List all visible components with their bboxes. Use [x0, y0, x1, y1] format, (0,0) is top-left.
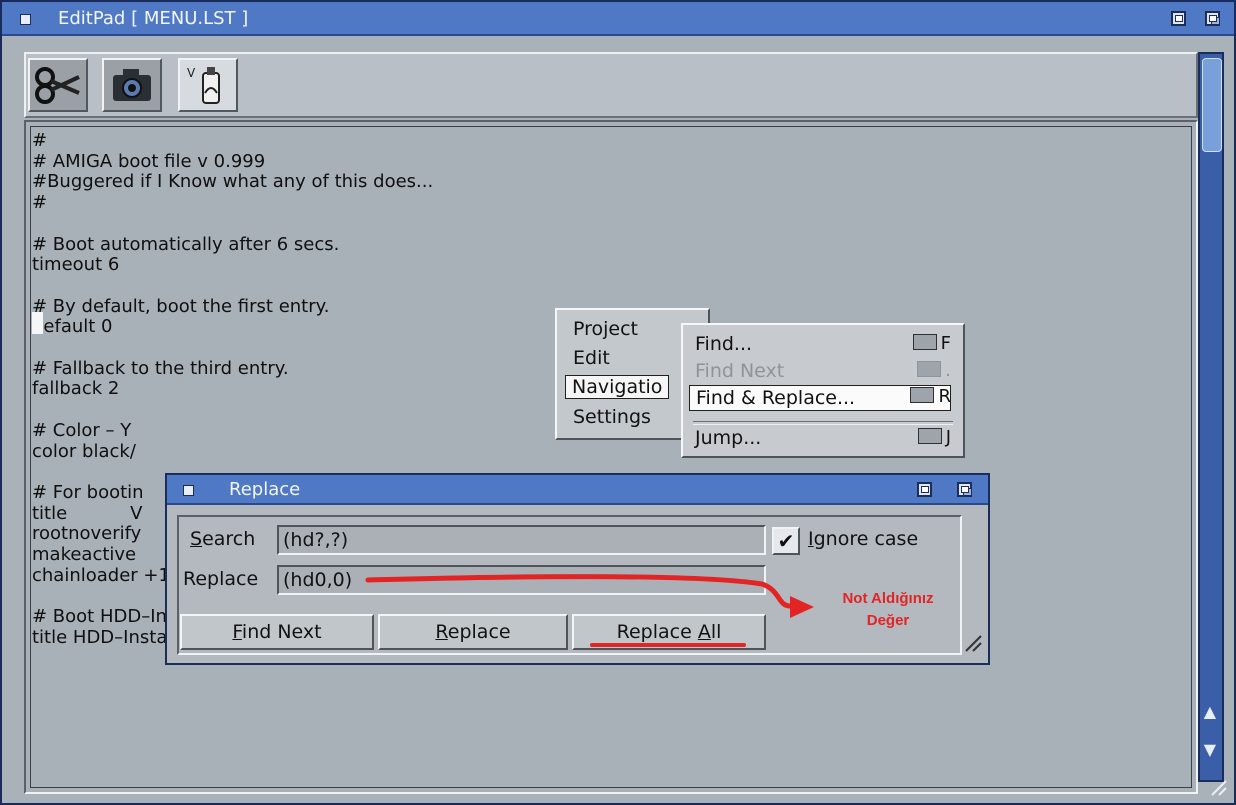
replace-all-button[interactable]: Replace All: [572, 614, 766, 650]
editor-line: # AMIGA boot file v 0.999: [32, 151, 266, 172]
editor-line: title V: [32, 503, 143, 524]
ignore-case-label-rest: gnore case: [813, 528, 919, 550]
menu-item-jump-label: Jump...: [695, 427, 762, 449]
toolbar: V: [24, 52, 1198, 118]
menu-item-find-replace-label: Find & Replace...: [696, 387, 856, 409]
replace-all-accesskey: A: [697, 621, 711, 643]
replace-label: Replace: [183, 568, 259, 590]
amiga-key-icon: [912, 334, 937, 350]
replace-all-label-prefix: Replace: [616, 621, 698, 643]
annotation-line-2: Değer: [866, 612, 910, 629]
shortcut-find: F: [912, 333, 951, 354]
menu-item-find-next[interactable]: Find Next: [695, 360, 784, 382]
find-next-accesskey: F: [232, 621, 242, 643]
dialog-zoom-gadget-icon[interactable]: [917, 482, 932, 497]
dialog-resize-handle-icon[interactable]: [963, 633, 983, 653]
replace-button[interactable]: Replace: [378, 614, 568, 650]
menu-item-find-next-label: Find Next: [695, 360, 785, 382]
menu-item-find-label: Find...: [695, 333, 753, 355]
menu-project[interactable]: Project: [573, 318, 638, 340]
search-label: Search: [190, 528, 255, 550]
menu-settings[interactable]: Settings: [573, 406, 651, 428]
close-gadget-icon[interactable]: [20, 14, 31, 25]
search-input[interactable]: (hd?,?): [277, 525, 766, 555]
editor-line: # Boot automatically after 6 secs.: [32, 234, 340, 255]
amiga-key-icon: [917, 428, 942, 444]
resize-handle-icon[interactable]: [1210, 779, 1228, 797]
dialog-close-gadget-icon[interactable]: [183, 485, 194, 496]
find-next-label: ind Next: [241, 621, 322, 643]
editor-line: timeout 6: [32, 254, 120, 275]
svg-text:V: V: [187, 66, 196, 80]
editor-line: makeactive: [32, 544, 137, 565]
amiga-key-icon: [910, 387, 935, 403]
editor-line: default 0: [32, 316, 113, 337]
dialog-depth-gadget-icon[interactable]: [957, 482, 972, 497]
editor-line: # Fallback to the third entry.: [32, 358, 289, 379]
shortcut-find-next-key: .: [945, 360, 951, 381]
shortcut-find-replace-key: R: [938, 386, 951, 407]
dialog-titlebar[interactable]: Replace: [167, 475, 988, 505]
navigation-submenu: Find... F Find Next . Find & Replace... …: [681, 323, 965, 458]
window-titlebar[interactable]: EditPad [ MENU.LST ]: [2, 2, 1234, 36]
menu-separator: [693, 421, 953, 425]
editor-line: fallback 2: [32, 378, 120, 399]
text-editor[interactable]: [24, 120, 1198, 794]
editor-line: # For bootin: [32, 482, 144, 503]
editor-line: #: [32, 130, 48, 151]
ignore-case-label: Ignore case: [808, 528, 918, 550]
menu-edit[interactable]: Edit: [573, 347, 610, 369]
find-next-button[interactable]: Find Next: [180, 614, 374, 650]
menu-item-jump[interactable]: Jump...: [695, 427, 761, 449]
shortcut-find-next: .: [917, 360, 951, 381]
editor-line: color black/: [32, 441, 136, 462]
scrollbar-knob[interactable]: [1202, 58, 1222, 152]
zoom-gadget-icon[interactable]: [1171, 11, 1186, 26]
window-title: EditPad [ MENU.LST ]: [58, 8, 249, 29]
editor-frame: [30, 126, 1192, 788]
glue-bottle-icon[interactable]: V: [178, 58, 238, 112]
shortcut-jump: J: [917, 427, 951, 448]
annotation-line-1: Not Aldığınız: [842, 590, 934, 607]
scroll-down-arrow-icon[interactable]: ▼: [1204, 740, 1216, 759]
depth-gadget-icon[interactable]: [1205, 11, 1220, 26]
shortcut-find-replace: R: [910, 386, 951, 407]
vertical-scrollbar[interactable]: [1198, 52, 1224, 782]
menu-navigation[interactable]: Navigatio: [565, 375, 670, 399]
replace-all-label-rest: ll: [710, 621, 722, 643]
ignore-case-checkbox[interactable]: ✔: [772, 527, 800, 555]
editor-line: chainloader +1: [32, 565, 170, 586]
replace-accesskey: R: [435, 621, 448, 643]
scroll-up-arrow-icon[interactable]: ▲: [1204, 702, 1216, 721]
search-label-accesskey: S: [190, 528, 203, 550]
editor-line: #: [32, 192, 48, 213]
replace-button-label: eplace: [447, 621, 511, 643]
amiga-key-icon: [917, 361, 942, 377]
search-label-rest: earch: [202, 528, 256, 550]
dialog-title: Replace: [229, 479, 301, 500]
editor-line: # Color – Y: [32, 420, 132, 441]
annotation-note: Not Aldığınız Değer: [818, 588, 958, 632]
scissors-icon[interactable]: [28, 58, 88, 112]
editor-line: rootnoverify: [32, 523, 142, 544]
editor-line: #Buggered if I Know what any of this doe…: [32, 171, 434, 192]
menu-item-find[interactable]: Find...: [695, 333, 752, 355]
camera-icon[interactable]: [102, 58, 162, 112]
editor-line: # By default, boot the first entry.: [32, 296, 330, 317]
shortcut-find-key: F: [940, 333, 951, 354]
shortcut-jump-key: J: [945, 427, 951, 448]
replace-input[interactable]: (hd0,0): [277, 565, 766, 595]
text-cursor: [32, 312, 43, 334]
